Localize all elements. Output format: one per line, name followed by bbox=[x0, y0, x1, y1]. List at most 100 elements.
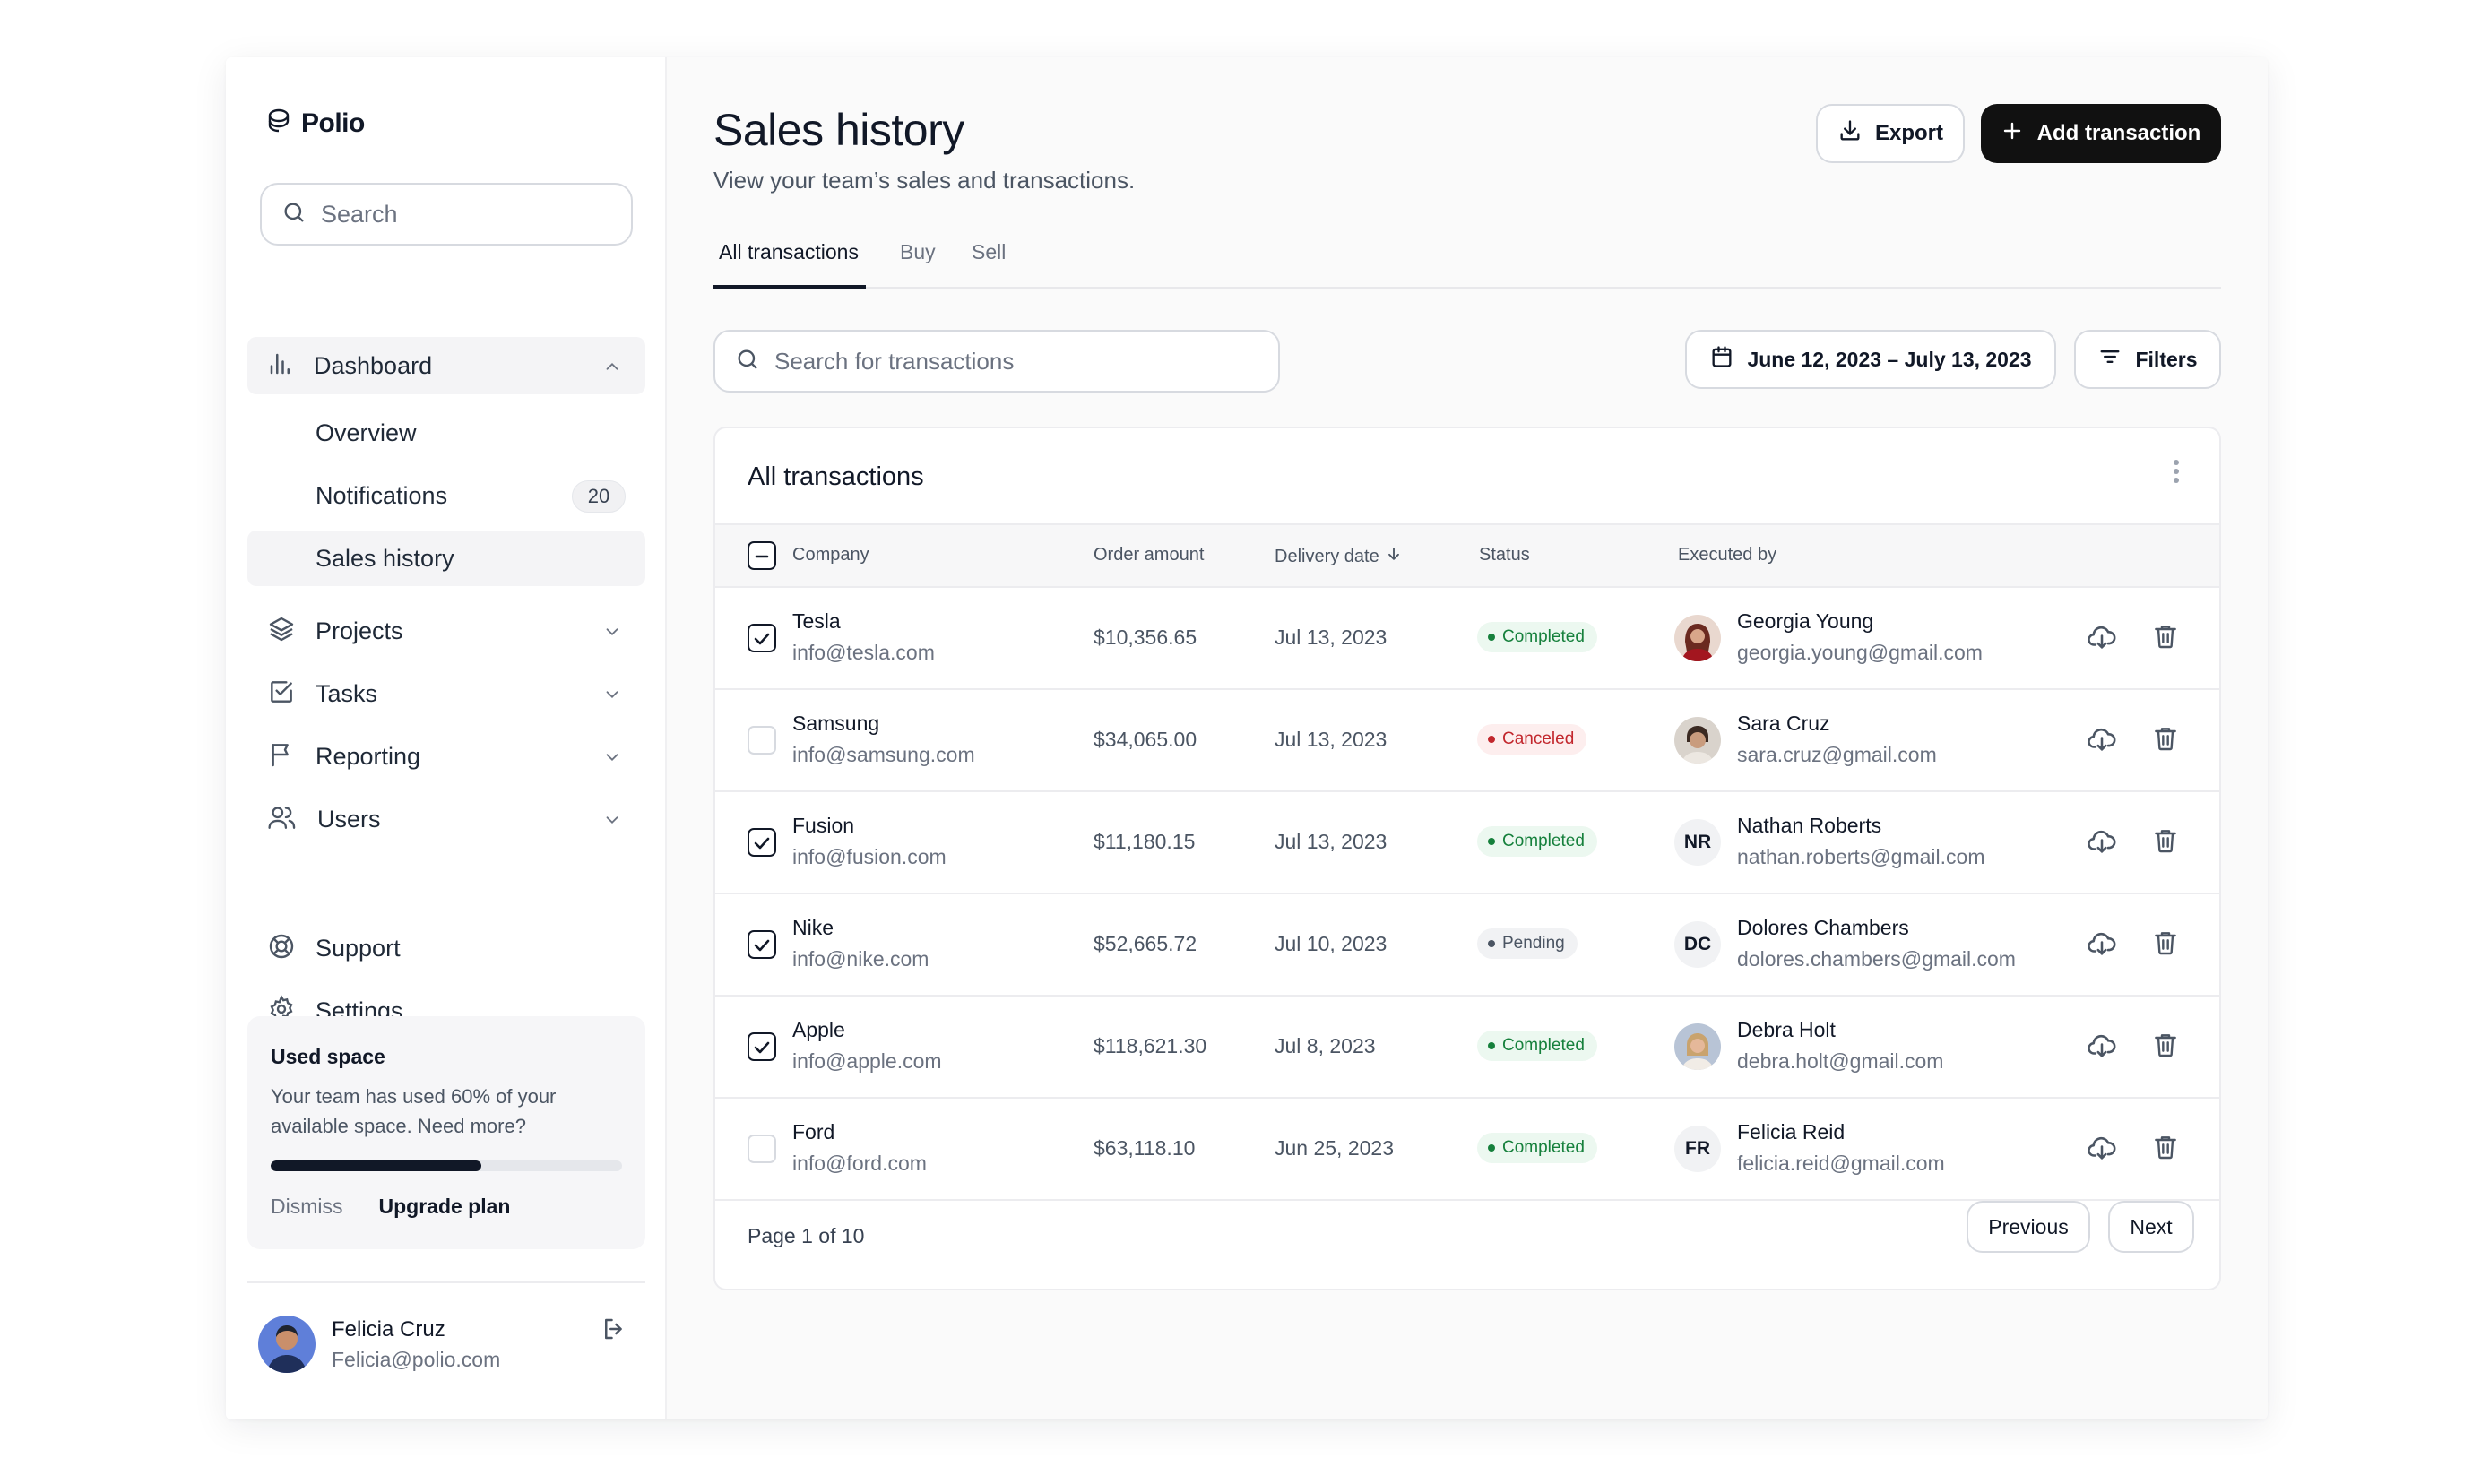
sidebar-item-users[interactable]: Users bbox=[247, 790, 645, 848]
cloud-download-icon[interactable] bbox=[2087, 622, 2117, 657]
export-label: Export bbox=[1874, 121, 1943, 145]
previous-page-button[interactable]: Previous bbox=[1967, 1201, 2090, 1253]
current-user[interactable]: Felicia Cruz Felicia@polio.com bbox=[258, 1316, 500, 1373]
cloud-download-icon[interactable] bbox=[2087, 826, 2117, 861]
executor-email: sara.cruz@gmail.com bbox=[1737, 743, 1937, 766]
table-row[interactable]: Tesla info@tesla.com $10,356.65 Jul 13, … bbox=[715, 588, 2219, 690]
trash-icon[interactable] bbox=[2151, 826, 2180, 859]
chevron-down-icon bbox=[602, 685, 622, 709]
status-badge: Completed bbox=[1477, 1031, 1597, 1061]
sidebar-item-projects[interactable]: Projects bbox=[247, 602, 645, 660]
page-title: Sales history bbox=[713, 105, 964, 155]
tab-buy[interactable]: Buy bbox=[900, 233, 936, 289]
status-badge: Pending bbox=[1477, 928, 1578, 959]
table-row[interactable]: Samsung info@samsung.com $34,065.00 Jul … bbox=[715, 690, 2219, 792]
column-header-executed-by[interactable]: Executed by bbox=[1678, 545, 1776, 565]
executor-email: nathan.roberts@gmail.com bbox=[1737, 845, 1985, 868]
column-header-amount[interactable]: Order amount bbox=[1094, 545, 1204, 565]
row-checkbox[interactable] bbox=[748, 624, 776, 652]
table-row[interactable]: Apple info@apple.com $118,621.30 Jul 8, … bbox=[715, 997, 2219, 1099]
cloud-download-icon[interactable] bbox=[2087, 1031, 2117, 1066]
sidebar-item-tasks[interactable]: Tasks bbox=[247, 665, 645, 722]
column-header-status[interactable]: Status bbox=[1479, 545, 1530, 565]
table-row[interactable]: Nike info@nike.com $52,665.72 Jul 10, 20… bbox=[715, 894, 2219, 997]
sidebar-item-label: Projects bbox=[316, 617, 403, 644]
logout-icon[interactable] bbox=[601, 1316, 627, 1347]
app-name: Polio bbox=[301, 108, 365, 138]
trash-icon[interactable] bbox=[2151, 622, 2180, 655]
executor-email: dolores.chambers@gmail.com bbox=[1737, 947, 2016, 971]
table-row[interactable]: Fusion info@fusion.com $11,180.15 Jul 13… bbox=[715, 792, 2219, 894]
order-amount: $10,356.65 bbox=[1094, 626, 1197, 649]
page-subtitle: View your team’s sales and transactions. bbox=[713, 167, 1136, 194]
transaction-search-input[interactable]: Search for transactions bbox=[713, 330, 1280, 393]
sidebar-item-label: Dashboard bbox=[314, 351, 433, 379]
cloud-download-icon[interactable] bbox=[2087, 1133, 2117, 1168]
table-row[interactable]: Ford info@ford.com $63,118.10 Jun 25, 20… bbox=[715, 1099, 2219, 1201]
sidebar: Polio Search Dashboard Overview Notifica… bbox=[226, 57, 667, 1419]
tab-sell[interactable]: Sell bbox=[972, 233, 1006, 289]
company-cell: Fusion info@fusion.com bbox=[792, 814, 947, 869]
date-range-picker[interactable]: June 12, 2023 – July 13, 2023 bbox=[1685, 330, 2056, 389]
cloud-download-icon[interactable] bbox=[2087, 724, 2117, 759]
next-page-button[interactable]: Next bbox=[2108, 1201, 2194, 1253]
sidebar-item-support[interactable]: Support bbox=[247, 919, 645, 977]
trash-icon[interactable] bbox=[2151, 724, 2180, 757]
delivery-date: Jul 10, 2023 bbox=[1275, 932, 1387, 955]
used-space-description: Your team has used 60% of your available… bbox=[271, 1085, 557, 1137]
company-name: Nike bbox=[792, 916, 834, 939]
tab-all-transactions[interactable]: All transactions bbox=[713, 233, 866, 289]
sidebar-subitem-overview[interactable]: Overview bbox=[247, 405, 645, 461]
dismiss-button[interactable]: Dismiss bbox=[271, 1195, 343, 1219]
trash-icon[interactable] bbox=[2151, 1133, 2180, 1166]
order-amount: $52,665.72 bbox=[1094, 932, 1197, 955]
sidebar-subitem-notifications[interactable]: Notifications 20 bbox=[247, 468, 645, 523]
sidebar-subitem-label: Sales history bbox=[316, 544, 454, 572]
sidebar-search-input[interactable]: Search bbox=[260, 183, 633, 246]
row-checkbox[interactable] bbox=[748, 1135, 776, 1163]
avatar bbox=[1674, 615, 1721, 661]
column-label: Executed by bbox=[1678, 545, 1777, 565]
logo[interactable]: Polio bbox=[265, 108, 365, 139]
more-vertical-icon[interactable] bbox=[2173, 459, 2180, 488]
company-email: info@fusion.com bbox=[792, 845, 947, 868]
sidebar-subitem-label: Overview bbox=[316, 418, 417, 446]
status-badge: Completed bbox=[1477, 826, 1597, 857]
avatar bbox=[258, 1316, 316, 1373]
row-checkbox[interactable] bbox=[748, 930, 776, 959]
used-space-progress-fill bbox=[271, 1160, 482, 1171]
select-all-checkbox[interactable] bbox=[748, 541, 776, 570]
trash-icon[interactable] bbox=[2151, 1031, 2180, 1064]
chevron-down-icon bbox=[602, 747, 622, 772]
trash-icon[interactable] bbox=[2151, 928, 2180, 962]
upgrade-plan-button[interactable]: Upgrade plan bbox=[379, 1195, 511, 1219]
delivery-date: Jul 13, 2023 bbox=[1275, 728, 1387, 751]
sidebar-subitem-sales-history[interactable]: Sales history bbox=[247, 531, 645, 586]
company-cell: Tesla info@tesla.com bbox=[792, 609, 935, 665]
users-icon bbox=[267, 803, 298, 836]
delivery-date: Jul 13, 2023 bbox=[1275, 626, 1387, 649]
sidebar-subitem-label: Notifications bbox=[316, 481, 448, 509]
transactions-table-card: All transactions Company Order amount De… bbox=[713, 427, 2221, 1290]
chevron-up-icon bbox=[602, 357, 622, 381]
add-transaction-button[interactable]: Add transaction bbox=[1981, 104, 2221, 163]
cloud-download-icon[interactable] bbox=[2087, 928, 2117, 963]
sidebar-item-dashboard[interactable]: Dashboard bbox=[247, 337, 645, 394]
row-checkbox[interactable] bbox=[748, 828, 776, 857]
row-checkbox[interactable] bbox=[748, 726, 776, 755]
avatar-initials: NR bbox=[1674, 819, 1721, 866]
column-header-delivery-date[interactable]: Delivery date bbox=[1275, 545, 1403, 568]
column-header-company[interactable]: Company bbox=[792, 545, 869, 565]
status-badge: Canceled bbox=[1477, 724, 1587, 755]
sidebar-item-reporting[interactable]: Reporting bbox=[247, 728, 645, 785]
filters-button[interactable]: Filters bbox=[2074, 330, 2221, 389]
export-button[interactable]: Export bbox=[1816, 104, 1965, 163]
delivery-date: Jul 8, 2023 bbox=[1275, 1034, 1376, 1057]
life-buoy-icon bbox=[267, 932, 296, 965]
column-label: Status bbox=[1479, 545, 1530, 565]
chevron-down-icon bbox=[602, 622, 622, 646]
order-amount: $63,118.10 bbox=[1094, 1136, 1196, 1160]
executed-by-cell: Georgia Young georgia.young@gmail.com bbox=[1737, 609, 1983, 665]
executed-by-cell: Felicia Reid felicia.reid@gmail.com bbox=[1737, 1120, 1945, 1176]
row-checkbox[interactable] bbox=[748, 1032, 776, 1061]
